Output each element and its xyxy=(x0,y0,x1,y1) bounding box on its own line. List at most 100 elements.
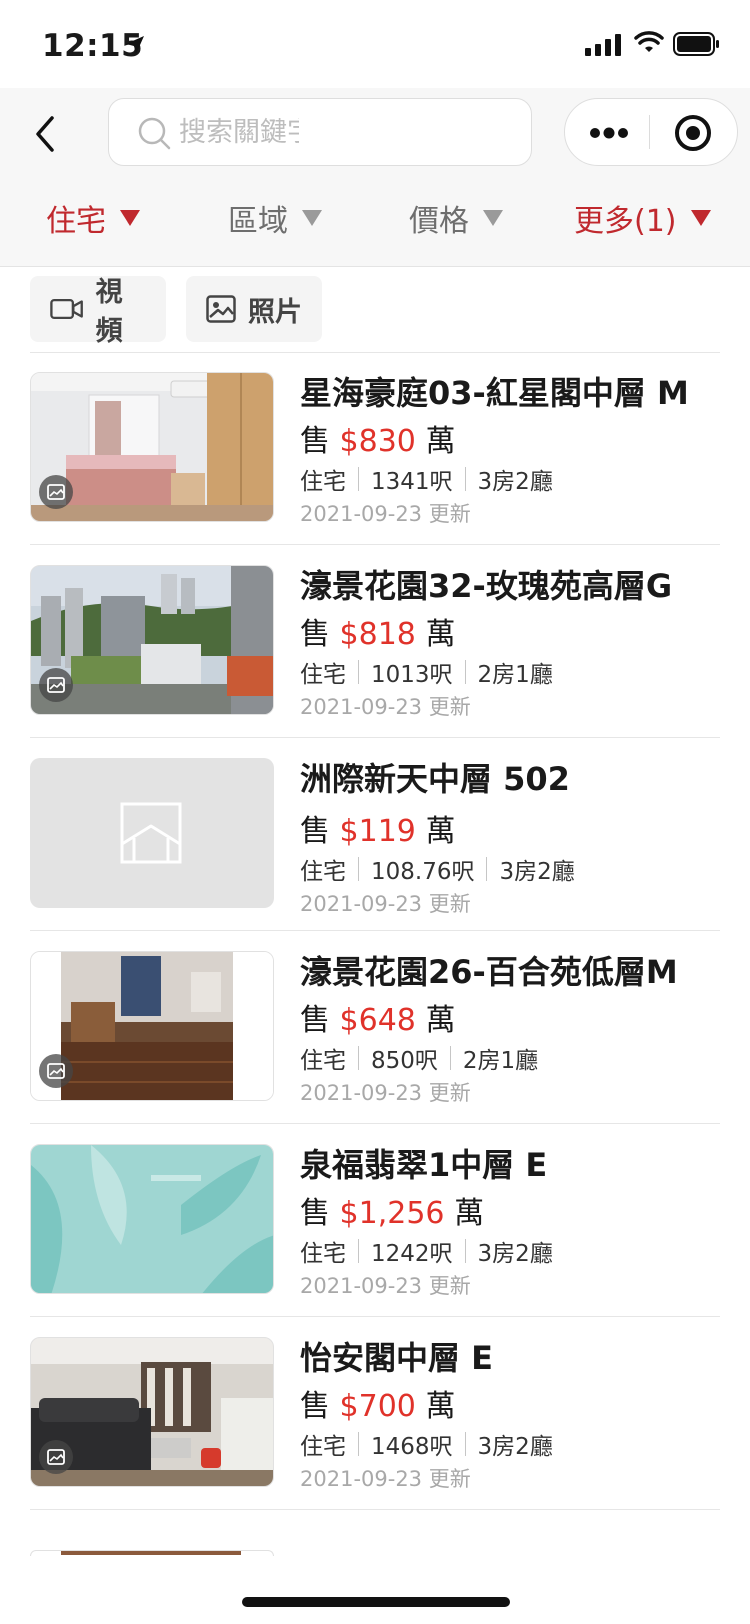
listing-specs: 住宅 850呎 2房1廳 xyxy=(300,1041,538,1075)
listing-updated-date: 2021-09-23 更新 xyxy=(300,892,471,916)
listing-updated-date: 2021-09-23 更新 xyxy=(300,695,471,719)
video-filter-chip[interactable]: 視頻 xyxy=(30,276,166,347)
property-rooms: 2房1廳 xyxy=(477,662,553,688)
filter-price[interactable]: 價格 xyxy=(409,196,503,240)
capsule-divider xyxy=(649,115,650,149)
close-target-icon[interactable] xyxy=(673,113,713,153)
photo-icon xyxy=(206,295,236,323)
search-icon xyxy=(138,117,171,150)
price-unit: 萬 xyxy=(454,1196,485,1231)
listing-title: 濠景花園32-玫瑰苑高層G xyxy=(300,567,673,605)
property-rooms: 3房2廳 xyxy=(499,859,575,885)
filter-label: 價格 xyxy=(409,204,469,239)
chip-label: 視頻 xyxy=(95,277,123,347)
listing-card[interactable]: 泉福翡翠1中層 E 售 $1,256 萬 住宅 1242呎 3房2廳 2021-09… xyxy=(0,1124,750,1317)
battery-icon xyxy=(673,32,719,56)
listing-card[interactable]: 濠景花園26-百合苑低層M 售 $648 萬 住宅 850呎 2房1廳 2021-0… xyxy=(0,931,750,1124)
filter-district[interactable]: 區域 xyxy=(228,196,322,240)
listing-photo xyxy=(30,565,274,715)
listing-photo xyxy=(30,1144,274,1294)
cellular-signal-icon xyxy=(585,34,621,56)
property-type: 住宅 xyxy=(300,1434,346,1460)
sale-label: 售 xyxy=(300,424,330,459)
sale-label: 售 xyxy=(300,1389,330,1424)
listing-price: 售 $830 萬 xyxy=(300,416,455,460)
listing-card[interactable]: 洲際新天中層 502 售 $119 萬 住宅 108.76呎 3房2廳 2021-0… xyxy=(0,738,750,931)
property-rooms: 3房2廳 xyxy=(477,1434,553,1460)
price-unit: 萬 xyxy=(425,814,456,849)
location-arrow-icon xyxy=(126,36,144,54)
price-unit: 萬 xyxy=(425,1003,456,1038)
listing-card[interactable]: 星海豪庭03-紅星閣中層 M 售 $830 萬 住宅 1341呎 3房2廳 2021… xyxy=(0,352,750,545)
sale-label: 售 xyxy=(300,1003,330,1038)
dropdown-triangle-icon xyxy=(483,210,503,226)
listing-title: 星海豪庭03-紅星閣中層 M xyxy=(300,374,689,412)
property-type: 住宅 xyxy=(300,469,346,495)
search-box[interactable] xyxy=(108,98,532,166)
price-amount: $830 xyxy=(339,424,416,459)
listing-updated-date: 2021-09-23 更新 xyxy=(300,1274,471,1298)
filter-label: 區域 xyxy=(228,204,288,239)
listing-card[interactable]: 怡安閣中層 E 售 $700 萬 住宅 1468呎 3房2廳 2021-09-23 … xyxy=(0,1317,750,1510)
sale-label: 售 xyxy=(300,617,330,652)
property-area: 1013呎 xyxy=(371,662,453,688)
property-rooms: 3房2廳 xyxy=(477,1241,553,1267)
mini-program-capsule xyxy=(564,98,738,166)
dropdown-triangle-icon xyxy=(690,210,711,226)
divider xyxy=(30,1509,720,1510)
more-menu-icon[interactable] xyxy=(589,119,629,147)
listing-card-partial[interactable] xyxy=(30,1550,274,1556)
listing-price: 售 $1,256 萬 xyxy=(300,1188,484,1232)
listing-title: 洲際新天中層 502 xyxy=(300,760,570,798)
price-amount: $818 xyxy=(339,617,416,652)
property-type: 住宅 xyxy=(300,1241,346,1267)
image-placeholder-icon xyxy=(120,802,182,864)
listing-updated-date: 2021-09-23 更新 xyxy=(300,1081,471,1105)
filter-label: 更多(1) xyxy=(574,204,677,239)
listing-specs: 住宅 108.76呎 3房2廳 xyxy=(300,852,575,886)
photo-badge-icon xyxy=(39,1440,73,1474)
property-rooms: 2房1廳 xyxy=(462,1048,539,1074)
listing-updated-date: 2021-09-23 更新 xyxy=(300,502,471,526)
listing-title: 濠景花園26-百合苑低層M xyxy=(300,953,678,991)
listing-specs: 住宅 1468呎 3房2廳 xyxy=(300,1427,553,1461)
photo-badge-icon xyxy=(39,668,73,702)
filter-more[interactable]: 更多(1) xyxy=(574,196,711,240)
filter-bar: 住宅 區域 價格 更多(1) xyxy=(0,192,750,252)
price-amount: $700 xyxy=(339,1389,416,1424)
chip-label: 照片 xyxy=(248,296,302,328)
listing-price: 售 $648 萬 xyxy=(300,995,455,1039)
listing-card[interactable]: 濠景花園32-玫瑰苑高層G 售 $818 萬 住宅 1013呎 2房1廳 2021-… xyxy=(0,545,750,738)
price-amount: $119 xyxy=(339,814,416,849)
property-area: 108.76呎 xyxy=(371,859,475,885)
property-type: 住宅 xyxy=(300,662,346,688)
dropdown-triangle-icon xyxy=(120,210,140,226)
sale-label: 售 xyxy=(300,814,330,849)
property-rooms: 3房2廳 xyxy=(477,469,553,495)
listing-price: 售 $700 萬 xyxy=(300,1381,455,1425)
property-type: 住宅 xyxy=(300,1048,346,1074)
price-unit: 萬 xyxy=(425,1389,456,1424)
listing-specs: 住宅 1013呎 2房1廳 xyxy=(300,655,553,689)
listing-price: 售 $818 萬 xyxy=(300,609,455,653)
property-area: 850呎 xyxy=(371,1048,438,1074)
listing-photo xyxy=(30,1337,274,1487)
listing-updated-date: 2021-09-23 更新 xyxy=(300,1467,471,1491)
home-indicator[interactable] xyxy=(242,1597,510,1607)
filter-residential[interactable]: 住宅 xyxy=(46,196,140,240)
listing-specs: 住宅 1341呎 3房2廳 xyxy=(300,462,553,496)
dropdown-triangle-icon xyxy=(302,210,322,226)
header: 住宅 區域 價格 更多(1) xyxy=(0,88,750,267)
property-type: 住宅 xyxy=(300,859,346,885)
photo-badge-icon xyxy=(39,475,73,509)
photo-badge-icon xyxy=(39,1054,73,1088)
photo-filter-chip[interactable]: 照片 xyxy=(186,276,322,342)
status-bar: 12:15 xyxy=(0,0,750,88)
video-icon xyxy=(50,298,83,320)
price-unit: 萬 xyxy=(425,617,456,652)
property-area: 1341呎 xyxy=(371,469,453,495)
back-button[interactable] xyxy=(30,114,60,154)
search-input[interactable] xyxy=(179,109,299,155)
listing-specs: 住宅 1242呎 3房2廳 xyxy=(300,1234,553,1268)
price-amount: $648 xyxy=(339,1003,416,1038)
